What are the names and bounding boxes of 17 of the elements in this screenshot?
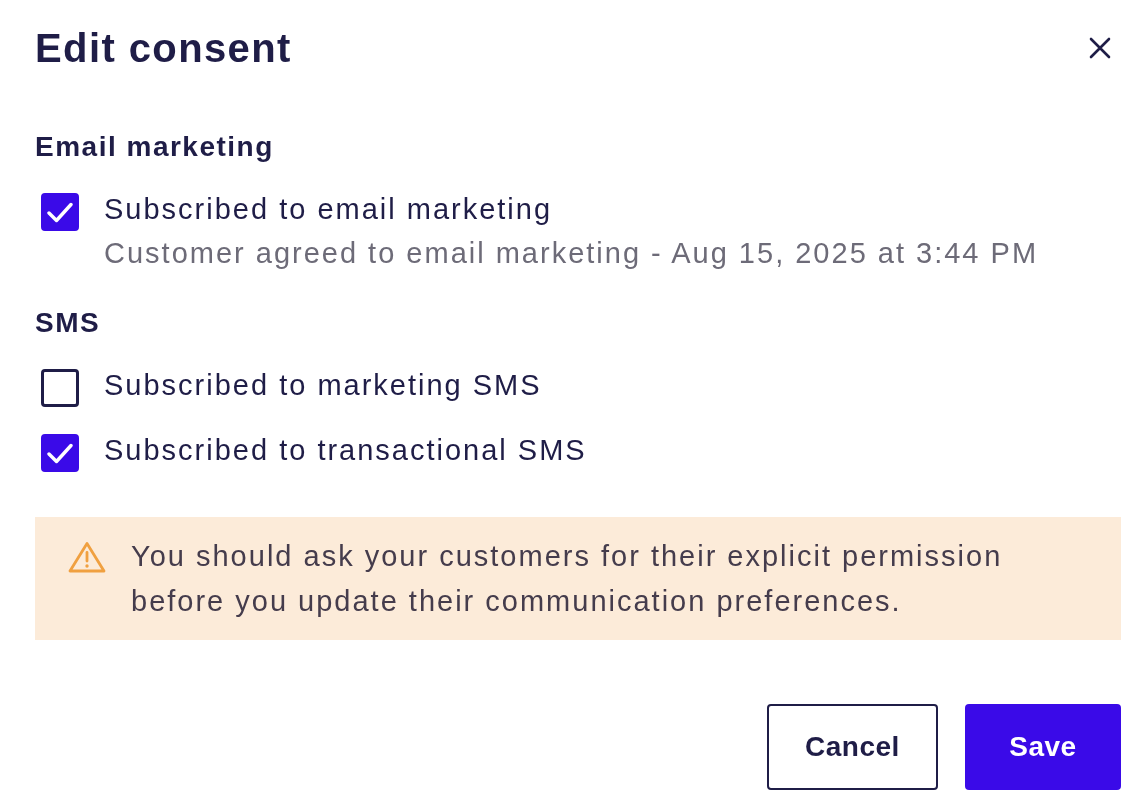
warning-text: You should ask your customers for their explicit permission before you update their communication preferences. [131,539,1004,619]
checkbox-label[interactable]: Subscribed to email marketing [104,191,553,227]
cancel-button[interactable]: Cancel [767,704,938,790]
dialog-title: Edit consent [35,25,292,71]
section-heading: SMS [35,306,101,340]
consent-note: Customer agreed to email marketing - Aug 15, 2025 at 3:44 PM [104,236,1039,271]
checkmark-icon [47,442,73,464]
checkbox-label[interactable]: Subscribed to transactional SMS [104,432,587,468]
warning-icon [68,541,106,573]
checkmark-icon [47,201,73,223]
checkbox-label[interactable]: Subscribed to marketing SMS [104,367,542,403]
checkbox[interactable] [41,369,79,407]
close-icon[interactable] [1089,37,1111,59]
checkbox[interactable] [41,434,79,472]
save-button[interactable]: Save [965,704,1121,790]
checkbox[interactable] [41,193,79,231]
section-heading: Email marketing [35,130,274,164]
